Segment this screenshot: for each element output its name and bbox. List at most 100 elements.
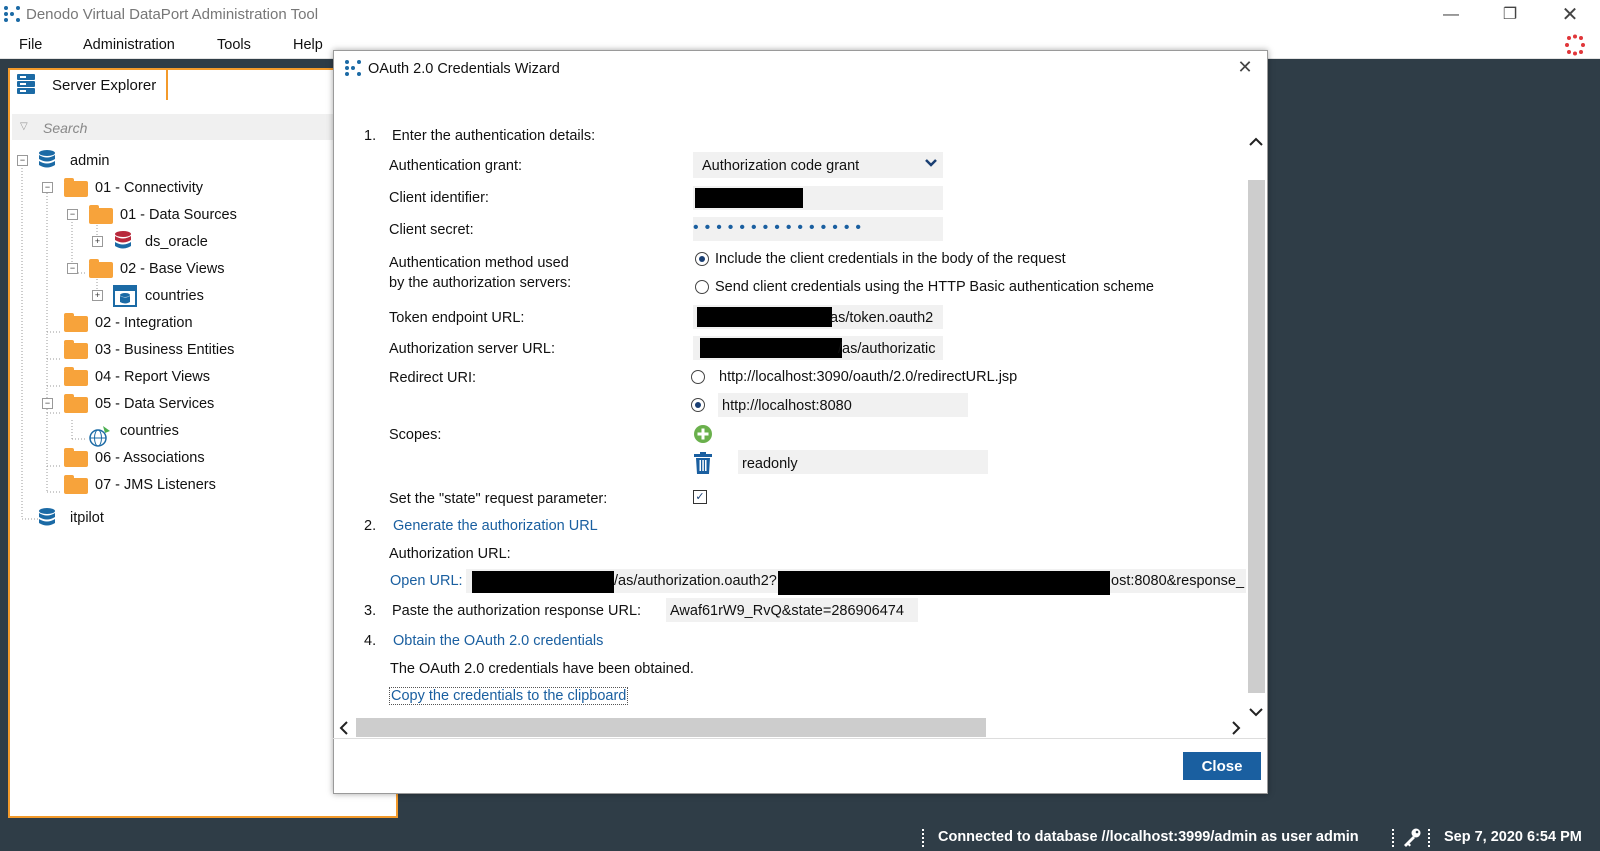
- status-datetime: Sep 7, 2020 6:54 PM: [1444, 829, 1582, 845]
- step-number: 4.: [364, 633, 377, 649]
- step3-label: Paste the authorization response URL:: [392, 603, 642, 619]
- scroll-right-icon[interactable]: [1231, 721, 1241, 738]
- vertical-scrollbar-thumb[interactable]: [1248, 180, 1265, 693]
- folder-icon: [64, 367, 88, 386]
- key-icon: [1402, 827, 1422, 850]
- redacted-value: [697, 307, 832, 327]
- redacted-value: [778, 571, 1110, 595]
- open-url-part-2: ost:8080&response_: [1111, 573, 1245, 589]
- close-button[interactable]: Close: [1183, 752, 1261, 780]
- redirect-option-2: http://localhost:8080: [722, 398, 852, 414]
- base-view-icon: [113, 285, 137, 307]
- auth-method-option-1: Include the client credentials in the bo…: [715, 251, 1066, 267]
- oracle-datasource-icon: [114, 230, 132, 252]
- status-separator: [1392, 829, 1396, 847]
- open-url-link[interactable]: Open URL:: [390, 573, 463, 589]
- tree-item-associations[interactable]: 06 - Associations: [95, 450, 205, 466]
- auth-method-option-2: Send client credentials using the HTTP B…: [715, 279, 1155, 295]
- client-id-label: Client identifier:: [389, 190, 489, 206]
- tree-expander-ds-oracle[interactable]: +: [92, 236, 103, 247]
- auth-method-radio-basic[interactable]: [695, 280, 709, 294]
- dialog-close-icon[interactable]: ✕: [1235, 57, 1255, 78]
- scroll-up-icon[interactable]: [1249, 134, 1263, 150]
- tree-item-ds-oracle[interactable]: ds_oracle: [145, 234, 208, 250]
- token-url-label: Token endpoint URL:: [389, 310, 525, 326]
- folder-icon: [64, 340, 88, 359]
- status-separator: [922, 829, 926, 847]
- copy-credentials-link[interactable]: Copy the credentials to the clipboard: [389, 687, 629, 705]
- tree-expander-base-views[interactable]: −: [67, 263, 78, 274]
- open-url-part-1: /as/authorization.oauth2?: [614, 573, 777, 589]
- tree-item-base-views[interactable]: 02 - Base Views: [120, 261, 225, 277]
- auth-method-label-2: by the authorization servers:: [389, 275, 572, 291]
- step-number: 3.: [364, 603, 377, 619]
- tree-item-countries-service[interactable]: countries: [120, 423, 179, 439]
- folder-icon: [64, 448, 88, 467]
- redacted-value: [695, 188, 803, 208]
- generate-auth-url-link[interactable]: Generate the authorization URL: [393, 518, 598, 534]
- obtain-credentials-link[interactable]: Obtain the OAuth 2.0 credentials: [393, 633, 603, 649]
- tree-item-itpilot[interactable]: itpilot: [70, 510, 104, 526]
- response-url-value: Awaf61rW9_RvQ&state=286906474: [670, 603, 904, 619]
- tree-item-data-services[interactable]: 05 - Data Services: [95, 396, 214, 412]
- step-number: 2.: [364, 518, 377, 534]
- minimize-icon[interactable]: —: [1431, 3, 1471, 27]
- restore-icon[interactable]: ❐: [1490, 3, 1530, 27]
- folder-icon: [64, 394, 88, 413]
- chevron-down-icon[interactable]: [924, 156, 938, 173]
- client-secret-masked: •••••••••••••••: [693, 219, 868, 236]
- add-scope-icon[interactable]: [693, 424, 713, 447]
- auth-method-label-1: Authentication method used: [389, 255, 569, 271]
- delete-scope-icon[interactable]: [693, 452, 713, 477]
- state-param-label: Set the "state" request parameter:: [389, 491, 608, 507]
- tree-item-integration[interactable]: 02 - Integration: [95, 315, 193, 331]
- folder-icon: [89, 205, 113, 224]
- web-service-icon: [88, 425, 112, 447]
- folder-icon: [89, 259, 113, 278]
- database-icon: [38, 149, 56, 171]
- credentials-obtained-text: The OAuth 2.0 credentials have been obta…: [390, 661, 694, 677]
- scroll-down-icon[interactable]: [1249, 704, 1263, 720]
- tree-expander-connectivity[interactable]: −: [42, 182, 53, 193]
- status-separator: [1428, 829, 1432, 847]
- tree-expander-data-sources[interactable]: −: [67, 209, 78, 220]
- auth-url-label: Authorization URL:: [389, 546, 511, 562]
- scroll-left-icon[interactable]: [339, 721, 349, 738]
- tree-expander-data-services[interactable]: −: [42, 398, 53, 409]
- tree-item-countries-view[interactable]: countries: [145, 288, 204, 304]
- auth-grant-value: Authorization code grant: [702, 158, 860, 174]
- denodo-logo-icon: [345, 60, 361, 76]
- tree-expander-countries[interactable]: +: [92, 290, 103, 301]
- tree-item-connectivity[interactable]: 01 - Connectivity: [95, 180, 203, 196]
- dialog-title: OAuth 2.0 Credentials Wizard: [368, 61, 560, 77]
- state-param-checkbox[interactable]: ✓: [693, 490, 707, 504]
- close-window-icon[interactable]: ✕: [1550, 3, 1590, 27]
- dialog-footer-divider: [333, 738, 1266, 739]
- tree-item-report-views[interactable]: 04 - Report Views: [95, 369, 210, 385]
- connection-status: Connected to database //localhost:3999/a…: [938, 829, 1359, 845]
- folder-icon: [64, 475, 88, 494]
- redirect-radio-custom[interactable]: [691, 398, 705, 412]
- redacted-value: [700, 338, 842, 358]
- redirect-radio-default[interactable]: [691, 370, 705, 384]
- tree-item-jms-listeners[interactable]: 07 - JMS Listeners: [95, 477, 216, 493]
- folder-icon: [64, 178, 88, 197]
- horizontal-scrollbar-thumb[interactable]: [356, 718, 986, 737]
- step-number: 1.: [364, 128, 377, 144]
- redacted-value: [472, 571, 614, 593]
- auth-grant-label: Authentication grant:: [389, 158, 523, 174]
- scopes-label: Scopes:: [389, 427, 442, 443]
- denodo-brand-icon: [1564, 34, 1586, 56]
- tree-expander-admin[interactable]: −: [17, 155, 28, 166]
- step1-heading: Enter the authentication details:: [392, 128, 596, 144]
- token-url-suffix: as/token.oauth2: [830, 310, 934, 326]
- database-icon: [38, 507, 56, 529]
- client-secret-label: Client secret:: [389, 222, 474, 238]
- auth-server-url-suffix: /as/authorizatic: [838, 341, 936, 357]
- tree-item-admin[interactable]: admin: [70, 153, 110, 169]
- tree-item-data-sources[interactable]: 01 - Data Sources: [120, 207, 237, 223]
- folder-icon: [64, 313, 88, 332]
- tree-item-business-entities[interactable]: 03 - Business Entities: [95, 342, 234, 358]
- auth-method-radio-body[interactable]: [695, 252, 709, 266]
- auth-server-url-label: Authorization server URL:: [389, 341, 556, 357]
